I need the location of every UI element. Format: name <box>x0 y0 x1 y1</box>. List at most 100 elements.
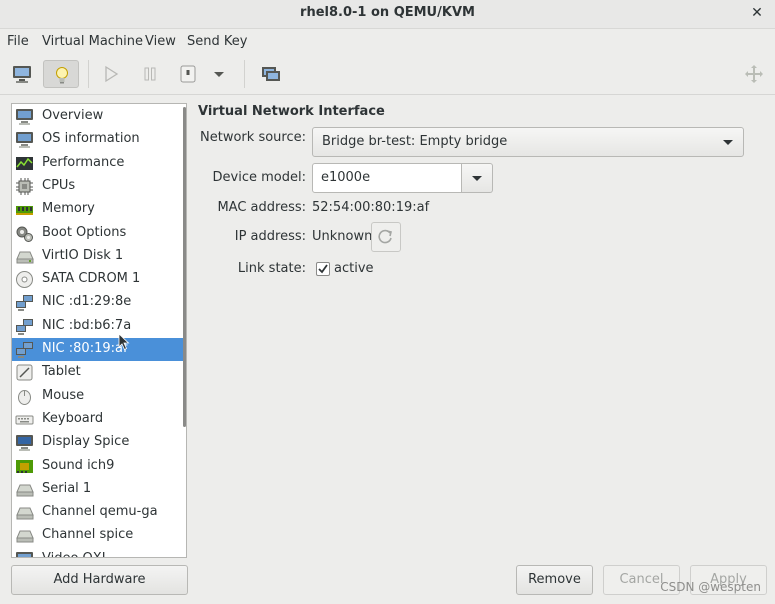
window-titlebar: rhel8.0-1 on QEMU/KVM ✕ <box>0 0 775 29</box>
device-list-item-label: Performance <box>42 154 125 170</box>
mouse-cursor-icon <box>118 333 130 351</box>
network-icon <box>15 317 34 336</box>
serial-icon <box>15 480 34 499</box>
device-list-item[interactable]: VirtIO Disk 1 <box>12 245 186 268</box>
device-list-item-label: Video QXL <box>42 551 109 557</box>
device-list-item-label: OS information <box>42 131 140 147</box>
remove-button[interactable]: Remove <box>516 565 593 595</box>
device-list-item-label: VirtIO Disk 1 <box>42 247 124 263</box>
sound-icon <box>15 457 34 476</box>
device-list-item-label: CPUs <box>42 177 76 193</box>
device-list-item-label: Memory <box>42 201 95 217</box>
snapshots-icon[interactable] <box>255 60 285 88</box>
menu-view[interactable]: View <box>145 34 176 49</box>
monitor-icon <box>15 130 34 149</box>
device-list-item-label: Overview <box>42 108 104 123</box>
mouse-icon <box>15 387 34 406</box>
device-list-item-label: NIC :80:19:af <box>42 341 128 356</box>
device-list-item[interactable]: Channel spice <box>12 524 186 547</box>
cpu-chip-icon <box>15 177 34 196</box>
menu-send-key[interactable]: Send Key <box>187 34 247 49</box>
device-list-item-label: Mouse <box>42 387 85 403</box>
monitor-icon <box>15 107 34 126</box>
device-model-value: e1000e <box>321 170 371 185</box>
device-list-item-label: NIC :d1:29:8e <box>42 294 132 310</box>
channel-icon <box>15 526 34 545</box>
device-list-item[interactable]: Tablet <box>12 361 186 384</box>
device-list-item-label: Serial 1 <box>42 480 92 496</box>
network-source-dropdown[interactable]: Bridge br-test: Empty bridge <box>312 127 744 157</box>
device-list-item[interactable]: Boot Options <box>12 222 186 245</box>
disk-icon <box>15 247 34 266</box>
device-list-item[interactable]: Memory <box>12 198 186 221</box>
device-list-item[interactable]: Channel qemu-ga <box>12 501 186 524</box>
ip-address-label: IP address: <box>234 229 306 244</box>
device-model-label: Device model: <box>212 170 306 185</box>
refresh-ip-button[interactable] <box>371 222 401 252</box>
shutdown-icon[interactable] <box>173 60 203 88</box>
graph-icon <box>15 154 34 173</box>
close-icon[interactable]: ✕ <box>747 3 767 23</box>
device-list-item-label: Sound ich9 <box>42 457 115 473</box>
device-list-item-label: Boot Options <box>42 224 127 240</box>
section-title: Virtual Network Interface <box>198 104 385 119</box>
add-hardware-button[interactable]: Add Hardware <box>11 565 188 595</box>
device-list-item[interactable]: Performance <box>12 152 186 175</box>
network-source-label: Network source: <box>200 130 306 145</box>
device-list-item[interactable]: Video QXL <box>12 548 186 557</box>
device-list-item-label: Tablet <box>42 364 81 380</box>
menu-virtual-machine[interactable]: Virtual Machine <box>42 34 143 49</box>
keyboard-icon <box>15 410 34 429</box>
link-state-value: active <box>334 261 374 276</box>
watermark: CSDN @wespten <box>660 580 761 594</box>
device-list-item[interactable]: Display Spice <box>12 431 186 454</box>
console-icon[interactable] <box>7 60 37 88</box>
device-list-item-label: NIC :bd:b6:7a <box>42 317 132 333</box>
device-list-scrollbar[interactable] <box>183 107 186 427</box>
memory-icon <box>15 200 34 219</box>
gears-icon <box>15 224 34 243</box>
device-list-item-label: SATA CDROM 1 <box>42 271 141 287</box>
checkmark-icon <box>318 264 328 274</box>
window-title: rhel8.0-1 on QEMU/KVM <box>300 5 475 20</box>
device-list-item[interactable]: SATA CDROM 1 <box>12 268 186 291</box>
link-state-checkbox[interactable] <box>316 262 330 276</box>
video-icon <box>15 550 34 557</box>
device-list-item[interactable]: NIC :80:19:af <box>12 338 186 361</box>
menubar: File Virtual Machine View Send Key <box>0 29 775 53</box>
details-bulb-icon[interactable] <box>43 60 79 88</box>
device-list-item[interactable]: NIC :bd:b6:7a <box>12 315 186 338</box>
network-icon <box>15 340 34 359</box>
chevron-down-icon <box>472 176 482 181</box>
mac-address-value: 52:54:00:80:19:af <box>312 200 430 215</box>
device-list-item-label: Channel spice <box>42 527 134 543</box>
device-list-item[interactable]: Keyboard <box>12 408 186 431</box>
menu-file[interactable]: File <box>7 34 29 49</box>
device-list-item[interactable]: Overview <box>12 105 186 128</box>
device-list-item[interactable]: Serial 1 <box>12 478 186 501</box>
device-list-item[interactable]: OS information <box>12 128 186 151</box>
shutdown-menu-icon[interactable] <box>208 60 230 88</box>
ip-address-value: Unknown <box>312 229 373 244</box>
device-list-item[interactable]: CPUs <box>12 175 186 198</box>
toolbar-separator <box>244 60 245 88</box>
tablet-icon <box>15 363 34 382</box>
device-list-item-label: Display Spice <box>42 434 130 450</box>
link-state-label: Link state: <box>237 261 306 276</box>
device-model-dropdown-button[interactable] <box>462 163 493 193</box>
fullscreen-icon[interactable] <box>739 60 769 88</box>
device-list-item[interactable]: Mouse <box>12 385 186 408</box>
device-list-item-label: Channel qemu-ga <box>42 504 158 520</box>
display-icon <box>15 433 34 452</box>
channel-icon <box>15 503 34 522</box>
cdrom-icon <box>15 270 34 289</box>
device-model-field[interactable]: e1000e <box>312 163 462 193</box>
device-list-item[interactable]: NIC :d1:29:8e <box>12 291 186 314</box>
run-icon[interactable] <box>96 60 126 88</box>
pause-icon[interactable] <box>135 60 165 88</box>
device-list-item[interactable]: Sound ich9 <box>12 455 186 478</box>
toolbar <box>0 54 775 95</box>
chevron-down-icon <box>723 140 733 145</box>
refresh-icon <box>378 229 392 244</box>
device-list[interactable]: Overview OS information Performance CPUs Mem… <box>11 103 187 558</box>
